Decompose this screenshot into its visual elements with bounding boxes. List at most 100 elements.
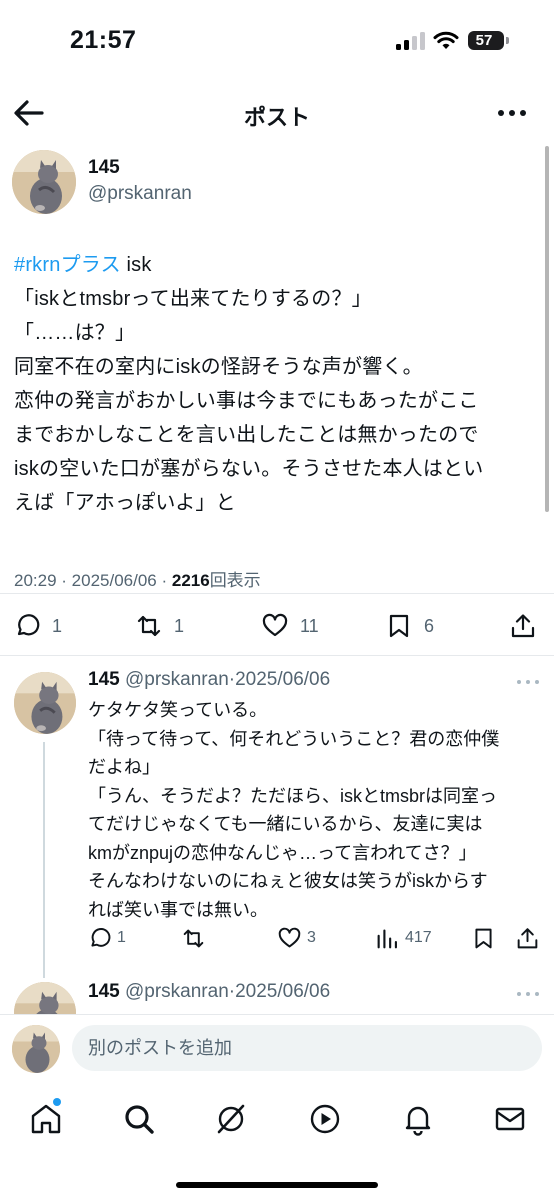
reply-more-icon[interactable]	[517, 680, 541, 686]
post-line: 「……は？」	[14, 322, 136, 344]
reply-header: 145 @prskanran·2025/06/06	[88, 669, 331, 690]
reply-like-button[interactable]: 3	[278, 924, 316, 952]
like-count: 11	[300, 615, 319, 636]
page-title: ポスト	[243, 105, 310, 130]
mail-icon	[495, 1107, 525, 1131]
view-label: 回表示	[209, 571, 261, 590]
reply-line: 「待って待って、何それどういうこと？君の恋仲僕	[88, 728, 500, 749]
battery-tip	[506, 37, 509, 44]
reply-line: だよね」	[88, 757, 160, 777]
more-options-icon[interactable]	[498, 110, 530, 118]
reply-author-name[interactable]: 145	[88, 669, 120, 690]
reply-text: ケタケタ笑っている。 「待って待って、何それどういうこと？君の恋仲僕 だよね」 …	[88, 696, 542, 924]
reply2-date: 2025/06/06	[235, 981, 331, 1002]
repost-button[interactable]: 1	[136, 612, 184, 640]
post-line: えば「アホっぽいよ」と	[14, 492, 236, 514]
like-button[interactable]: 11	[262, 612, 319, 640]
reply-line: kmがznpujの恋仲なんじゃ…って言われてさ？」	[88, 842, 477, 863]
signal-icon	[396, 32, 426, 50]
post-line: 同室不在の室内にiskの怪訝そうな声が響く。	[14, 356, 423, 378]
status-bar: 21:57 57	[0, 0, 554, 84]
reply2-more-icon[interactable]	[517, 992, 541, 998]
reply2-author-name[interactable]: 145	[88, 981, 120, 1002]
post-date: 2025/06/06	[71, 571, 157, 590]
post-time: 20:29	[14, 571, 57, 590]
reply-author-avatar[interactable]	[14, 672, 76, 734]
reply-button[interactable]: 1	[14, 612, 62, 640]
post-line: 恋仲の発言がおかしい事は今までにもあったがここ	[14, 390, 479, 412]
top-bar: ポスト	[0, 84, 554, 142]
post-line: iskの空いた口が塞がらない。そうさせた本人はとい	[14, 458, 484, 480]
grok-icon	[217, 1104, 245, 1134]
tab-search[interactable]	[122, 1102, 156, 1136]
reply-line: てだけじゃなくても一緒にいるから、友達に実は	[88, 814, 483, 834]
search-icon	[125, 1105, 154, 1134]
battery-icon: 57	[468, 31, 504, 50]
tab-home[interactable]	[29, 1098, 63, 1136]
composer-avatar	[12, 1025, 60, 1073]
add-post-input[interactable]: 別のポストを追加	[72, 1025, 542, 1071]
reply-views-button[interactable]: 417	[376, 924, 432, 952]
reply-author-handle[interactable]: @prskanran	[125, 669, 229, 690]
heart-icon	[262, 613, 288, 637]
reply-bookmark-button[interactable]	[472, 924, 495, 952]
tab-notifications[interactable]	[401, 1102, 435, 1136]
video-icon	[310, 1104, 340, 1134]
reply-reply-button[interactable]: 1	[88, 924, 126, 952]
repost-count: 1	[174, 615, 185, 636]
tab-video[interactable]	[308, 1102, 342, 1136]
cat-avatar-image	[12, 150, 76, 214]
tab-grok[interactable]	[214, 1102, 248, 1136]
share-icon	[517, 927, 538, 948]
post-line: #rkrnプラス isk	[14, 248, 542, 282]
post-meta: 20:29 · 2025/06/06 · 2216回表示	[14, 571, 261, 590]
post-action-bar: 1 1 11 6	[0, 604, 554, 648]
home-icon	[31, 1104, 61, 1134]
reply-line: れば笑い事では無い。	[88, 899, 268, 920]
reply-repost-button[interactable]	[182, 924, 205, 952]
bookmark-button[interactable]: 6	[386, 612, 434, 640]
cat-avatar-image	[14, 672, 76, 734]
author-avatar[interactable]	[12, 150, 76, 214]
share-icon	[511, 614, 535, 638]
reply-line: そんなわけないのにねぇと彼女は笑うがiskからす	[88, 871, 488, 891]
reply-icon	[17, 614, 40, 636]
reply-like-count: 3	[307, 929, 316, 946]
bookmark-icon	[389, 614, 409, 638]
reply-composer: 別のポストを追加	[0, 1014, 554, 1086]
reply-line: ケタケタ笑っている。	[88, 700, 268, 720]
reply-count: 1	[52, 615, 63, 636]
status-time: 21:57	[70, 26, 137, 54]
reply2-header: 145 @prskanran·2025/06/06	[88, 981, 331, 1002]
bell-icon	[405, 1106, 431, 1136]
post-line: 「iskとtmsbrって出来てたりするの？」	[14, 288, 372, 310]
repost-icon	[137, 615, 161, 637]
author-handle[interactable]: @prskanran	[88, 183, 192, 205]
author-name[interactable]: 145	[88, 157, 120, 179]
reply2-author-handle[interactable]: @prskanran	[125, 981, 229, 1002]
hashtag-link[interactable]: #rkrnプラス	[14, 254, 121, 276]
reply-share-button[interactable]	[516, 924, 539, 952]
bottom-tab-bar	[0, 1086, 554, 1200]
wifi-icon	[433, 31, 459, 49]
post-line-text: isk	[120, 254, 152, 276]
reply-date: 2025/06/06	[235, 669, 331, 690]
repost-icon	[183, 929, 204, 947]
share-button[interactable]	[510, 612, 536, 640]
cat-avatar-image	[12, 1025, 60, 1073]
views-chart-icon	[377, 928, 397, 948]
post-line: までおかしなことを言い出したことは無かったので	[14, 424, 479, 446]
bookmark-count: 6	[424, 615, 435, 636]
reply-action-bar: 1 3 417	[0, 922, 554, 952]
reply-icon	[91, 927, 111, 947]
tab-messages[interactable]	[493, 1102, 527, 1136]
home-notification-dot	[53, 1098, 61, 1106]
home-indicator[interactable]	[176, 1182, 378, 1188]
divider	[0, 655, 554, 656]
battery-level: 57	[475, 32, 493, 49]
scrollbar[interactable]	[545, 146, 549, 512]
reply-reply-count: 1	[117, 929, 126, 946]
heart-icon	[278, 927, 301, 947]
reply-view-count: 417	[405, 929, 432, 946]
bookmark-icon	[475, 928, 492, 948]
